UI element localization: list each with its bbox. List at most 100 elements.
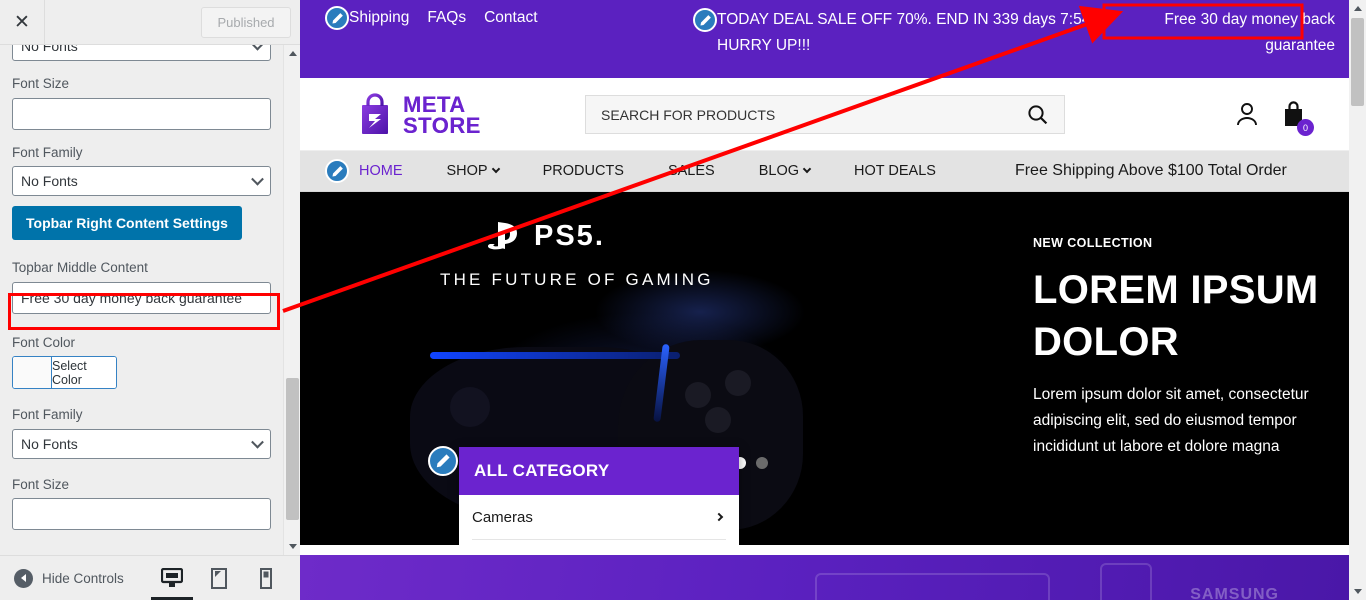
topbar-link-contact[interactable]: Contact xyxy=(484,9,537,27)
font-size-input[interactable] xyxy=(12,97,271,130)
playstation-logo-icon: PS5. xyxy=(487,218,648,257)
customizer-scrollbar[interactable] xyxy=(283,45,300,555)
hide-controls-label: Hide Controls xyxy=(42,570,124,586)
nav-item-shop-label: SHOP xyxy=(446,163,488,179)
hero-title: LOREM IPSUM DOLOR xyxy=(1033,268,1319,364)
all-category-dropdown: ALL CATEGORY Cameras Computers Gaming Co… xyxy=(459,447,739,545)
font-color-label: Font Color xyxy=(12,334,76,350)
samsung-brand-text: SAMSUNG xyxy=(1190,586,1279,600)
publish-button[interactable]: Published xyxy=(201,7,291,38)
nav-item-sales[interactable]: SALES xyxy=(646,163,737,179)
topbar-link-shipping[interactable]: Shipping xyxy=(349,9,409,27)
nav-items: HOME SHOP PRODUCTS SALES BLOG HOT DEALS xyxy=(325,159,958,183)
chevron-down-icon xyxy=(802,164,812,174)
mobile-preview-button[interactable] xyxy=(254,556,278,600)
color-swatch xyxy=(13,357,52,389)
topbar-middle-content-label: Topbar Middle Content xyxy=(12,260,148,276)
site-logo[interactable]: META STORE xyxy=(355,93,481,136)
scroll-up-icon[interactable] xyxy=(1349,0,1366,17)
hero-eyebrow: NEW COLLECTION xyxy=(1033,236,1153,250)
font-color-picker[interactable]: Select Color xyxy=(12,356,117,390)
hero-banner: PS5. THE FUTURE OF GAMING NEW COLLECTION… xyxy=(300,192,1349,545)
font-family-select-top[interactable]: No Fonts xyxy=(12,45,271,61)
scrollbar-thumb[interactable] xyxy=(286,378,299,520)
brand-line-2: STORE xyxy=(403,112,481,138)
hero-image-tagline: THE FUTURE OF GAMING xyxy=(440,270,714,289)
topbar-middle-content-input[interactable]: Free 30 day money back guarantee xyxy=(12,281,271,314)
select-color-label: Select Color xyxy=(52,357,116,389)
category-item-computers[interactable]: Computers xyxy=(472,540,726,545)
cart-button[interactable]: 0 xyxy=(1281,101,1314,136)
hero-slider-dot[interactable] xyxy=(756,457,768,469)
search-icon[interactable] xyxy=(1010,104,1064,125)
browser-scrollbar[interactable] xyxy=(1349,0,1366,600)
close-icon[interactable]: ✕ xyxy=(0,0,45,45)
site-topbar: Shipping FAQs Contact TODAY DEAL SALE OF… xyxy=(300,0,1349,78)
font-family-select-top-value: No Fonts xyxy=(21,45,78,54)
search-input[interactable]: SEARCH FOR PRODUCTS xyxy=(586,107,1010,123)
category-item-cameras[interactable]: Cameras xyxy=(472,495,726,540)
topbar-link-faqs[interactable]: FAQs xyxy=(427,9,466,27)
chevron-down-icon xyxy=(251,172,264,186)
tablet-preview-button[interactable] xyxy=(207,556,231,600)
customizer-footer: Hide Controls xyxy=(0,555,300,600)
font-family-select-value: No Fonts xyxy=(21,173,78,190)
svg-text:PS5.: PS5. xyxy=(534,220,605,252)
font-family-select-2[interactable]: No Fonts xyxy=(12,428,271,459)
topbar-right-content-settings-button[interactable]: Topbar Right Content Settings xyxy=(12,206,242,241)
customizer-header: ✕ Published xyxy=(0,0,300,45)
device-preview-group xyxy=(150,556,278,600)
nav-item-products-label: PRODUCTS xyxy=(542,163,624,179)
hero-description: Lorem ipsum dolor sit amet, consectetur … xyxy=(1033,386,1309,455)
site-header: META STORE SEARCH FOR PRODUCTS 0 xyxy=(300,78,1349,151)
scrollbar-thumb[interactable] xyxy=(1351,18,1364,106)
search-box[interactable]: SEARCH FOR PRODUCTS xyxy=(585,95,1065,134)
chevron-down-icon xyxy=(251,45,264,51)
nav-item-sales-label: SALES xyxy=(667,163,715,179)
scroll-down-icon[interactable] xyxy=(1349,583,1366,600)
collapse-arrow-icon xyxy=(14,568,33,588)
promo-strip: SAMSUNG xyxy=(300,555,1349,600)
site-nav: HOME SHOP PRODUCTS SALES BLOG HOT DEALS … xyxy=(300,151,1349,192)
font-size-label-2: Font Size xyxy=(12,476,70,492)
topbar-middle-content: TODAY DEAL SALE OFF 70%. END IN 339 days… xyxy=(693,7,1113,59)
font-size-input-2[interactable] xyxy=(12,498,271,531)
font-family-select-2-value: No Fonts xyxy=(21,435,78,452)
category-item-cameras-label: Cameras xyxy=(472,508,533,526)
edit-pencil-icon[interactable] xyxy=(428,446,458,476)
cart-count-badge: 0 xyxy=(1297,119,1314,136)
chevron-right-icon xyxy=(714,512,724,522)
hero-text-block: NEW COLLECTION LOREM IPSUM DOLOR Lorem i… xyxy=(1033,236,1323,460)
brand-line-1: META xyxy=(403,91,466,117)
hide-controls-button[interactable]: Hide Controls xyxy=(14,568,124,588)
nav-item-home[interactable]: HOME xyxy=(353,163,425,179)
font-family-label: Font Family xyxy=(12,144,83,160)
customizer-panel: ✕ Published No Fonts Font Size Font Fami… xyxy=(0,0,300,600)
nav-item-shop[interactable]: SHOP xyxy=(425,163,521,179)
font-family-select[interactable]: No Fonts xyxy=(12,166,271,197)
category-edit-pencil-wrap xyxy=(428,446,458,476)
shopping-bag-logo-icon xyxy=(355,93,395,136)
nav-item-blog-label: BLOG xyxy=(758,163,800,179)
customizer-controls-body: No Fonts Font Size Font Family No Fonts … xyxy=(0,45,300,555)
font-family-label-2: Font Family xyxy=(12,407,83,423)
account-icon[interactable] xyxy=(1234,101,1260,132)
topbar-middle-text: TODAY DEAL SALE OFF 70%. END IN 339 days… xyxy=(717,11,1112,54)
all-category-heading: ALL CATEGORY xyxy=(459,447,739,495)
nav-item-home-label: HOME xyxy=(359,163,403,179)
header-icon-group: 0 xyxy=(1234,101,1314,136)
desktop-preview-button[interactable] xyxy=(150,556,193,600)
nav-item-hot-deals-label: HOT DEALS xyxy=(854,163,936,179)
nav-item-blog[interactable]: BLOG xyxy=(737,163,832,179)
scroll-up-icon[interactable] xyxy=(284,45,301,62)
chevron-down-icon xyxy=(251,435,264,449)
nav-item-hot-deals[interactable]: HOT DEALS xyxy=(832,163,958,179)
edit-pencil-icon[interactable] xyxy=(325,159,349,183)
edit-pencil-icon[interactable] xyxy=(693,8,717,32)
chevron-down-icon xyxy=(491,164,500,174)
nav-item-products[interactable]: PRODUCTS xyxy=(521,163,646,179)
topbar-left-links: Shipping FAQs Contact xyxy=(325,6,556,30)
scroll-down-icon[interactable] xyxy=(284,538,301,555)
free-shipping-note: Free Shipping Above $100 Total Order xyxy=(1014,162,1287,179)
edit-pencil-icon[interactable] xyxy=(325,6,349,30)
